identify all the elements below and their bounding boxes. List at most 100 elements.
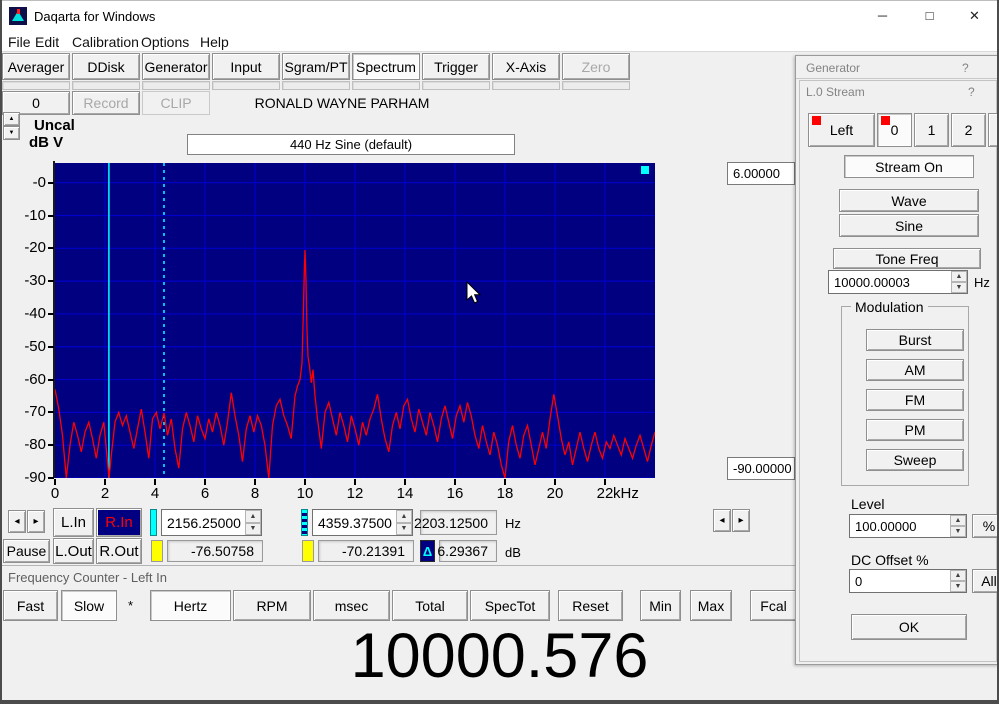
fc-button-fcal[interactable]: Fcal xyxy=(750,590,797,621)
y-min-field[interactable]: -90.00000 xyxy=(727,457,795,480)
generator-header-divider xyxy=(796,78,999,79)
toolbar-button-ddisk[interactable]: DDisk xyxy=(72,53,140,80)
solid-cursor-freq-value[interactable]: 2156.25000 xyxy=(162,510,245,535)
arrow-right-icon: ▸ xyxy=(33,516,39,527)
fc-button-total[interactable]: Total xyxy=(392,590,468,621)
close-button[interactable]: ✕ xyxy=(952,1,997,30)
fc-button-spectot[interactable]: SpecTot xyxy=(470,590,550,621)
fc-button-slow[interactable]: Slow xyxy=(61,590,117,621)
wave-title-box[interactable]: 440 Hz Sine (default) xyxy=(187,134,515,155)
spinner-up-icon[interactable]: ▲ xyxy=(245,510,261,523)
y-tick-label: -40 xyxy=(24,304,46,322)
fc-button-max[interactable]: Max xyxy=(690,590,732,621)
modulation-sweep-button[interactable]: Sweep xyxy=(866,449,964,471)
pause-button[interactable]: Pause xyxy=(3,539,50,563)
dc-offset-field[interactable]: 0 ▲ ▼ xyxy=(849,569,967,593)
tone-freq-spinner[interactable]: ▲ ▼ xyxy=(951,271,967,293)
dc-offset-spinner[interactable]: ▲ ▼ xyxy=(950,570,966,592)
toolbar-button-trigger[interactable]: Trigger xyxy=(422,53,490,80)
tone-freq-field[interactable]: 10000.00003 ▲ ▼ xyxy=(828,270,968,294)
scale-spinner-up[interactable]: ▲ xyxy=(3,112,20,126)
toolbar-button-sgram-pt[interactable]: Sgram/PT xyxy=(282,53,350,80)
right-out-button[interactable]: R.Out xyxy=(96,538,142,564)
tone-freq-value[interactable]: 10000.00003 xyxy=(829,271,951,293)
menu-item-edit[interactable]: Edit xyxy=(31,33,63,51)
menu-bar: File Edit Calibration Options Help xyxy=(0,30,999,52)
toolbar-button-x-axis[interactable]: X-Axis xyxy=(492,53,560,80)
spectrum-chart[interactable] xyxy=(54,163,656,479)
spinner-down-icon[interactable]: ▼ xyxy=(396,522,412,535)
modulation-burst-button[interactable]: Burst xyxy=(866,329,964,351)
spinner-down-icon[interactable]: ▼ xyxy=(245,522,261,535)
menu-item-file[interactable]: File xyxy=(4,33,35,51)
level-field[interactable]: 100.00000 ▲ ▼ xyxy=(849,514,967,538)
active-indicator xyxy=(881,116,890,125)
fc-button-reset[interactable]: Reset xyxy=(558,590,623,621)
solid-cursor-freq-field[interactable]: 2156.25000 ▲ ▼ xyxy=(161,509,262,536)
toolbar-indicator xyxy=(72,81,140,90)
menu-item-calibration[interactable]: Calibration xyxy=(68,33,143,51)
tone-freq-button[interactable]: Tone Freq xyxy=(833,248,981,269)
menu-item-options[interactable]: Options xyxy=(137,33,193,51)
maximize-button[interactable]: □ xyxy=(907,1,952,30)
x-tick-mark xyxy=(404,479,406,485)
left-out-button[interactable]: L.Out xyxy=(53,538,94,564)
level-value[interactable]: 100.00000 xyxy=(850,515,950,537)
ok-button[interactable]: OK xyxy=(851,614,967,640)
spinner-down-icon[interactable]: ▼ xyxy=(950,526,966,537)
dashed-cursor-freq-field[interactable]: 4359.37500 ▲ ▼ xyxy=(312,509,413,536)
minimize-button[interactable]: ─ xyxy=(860,1,905,30)
toolbar-button-input[interactable]: Input xyxy=(212,53,280,80)
toolbar-button-averager[interactable]: Averager xyxy=(2,53,70,80)
delta-icon: Δ xyxy=(420,540,435,562)
modulation-fm-button[interactable]: FM xyxy=(866,389,964,411)
tab-stream-1[interactable]: 1 xyxy=(914,113,949,147)
spinner-down-icon[interactable]: ▼ xyxy=(951,282,967,293)
generator-help-button[interactable]: ? xyxy=(962,61,969,75)
scale-spinner-down[interactable]: ▼ xyxy=(3,126,20,140)
modulation-group-label: Modulation xyxy=(851,299,928,315)
fc-button-min[interactable]: Min xyxy=(640,590,681,621)
record-button[interactable]: Record xyxy=(72,91,140,115)
toolbar-button-zero[interactable]: Zero xyxy=(562,53,630,80)
tab-stream-2[interactable]: 2 xyxy=(951,113,986,147)
fc-button-rpm[interactable]: RPM xyxy=(233,590,311,621)
toolbar-button-generator[interactable]: Generator xyxy=(142,53,210,80)
toolbar-indicator xyxy=(2,81,70,90)
fc-button-msec[interactable]: msec xyxy=(313,590,390,621)
stream-on-button[interactable]: Stream On xyxy=(844,155,974,178)
level-percent-button[interactable]: % xyxy=(972,514,999,538)
dc-all-button[interactable]: All xyxy=(972,569,999,593)
modulation-pm-button[interactable]: PM xyxy=(866,419,964,441)
left-in-button[interactable]: L.In xyxy=(53,508,94,537)
cursor-step-right-button[interactable]: ▸ xyxy=(27,510,45,533)
right-in-button[interactable]: R.In xyxy=(96,508,142,537)
dc-offset-value[interactable]: 0 xyxy=(850,570,950,592)
spinner-up-icon[interactable]: ▲ xyxy=(950,515,966,526)
spectrum-plot xyxy=(54,163,656,479)
modulation-am-button[interactable]: AM xyxy=(866,359,964,381)
solid-cursor-marker xyxy=(150,509,157,536)
fc-button-fast[interactable]: Fast xyxy=(3,590,58,621)
stream-help-button[interactable]: ? xyxy=(968,85,975,99)
cursor-step-left-button[interactable]: ◂ xyxy=(8,510,26,533)
tab-left-channel[interactable]: Left xyxy=(808,113,875,147)
spinner-up-icon[interactable]: ▲ xyxy=(951,271,967,282)
dashed-cursor-freq-value[interactable]: 4359.37500 xyxy=(313,510,396,535)
toolbar-button-spectrum[interactable]: Spectrum xyxy=(352,53,420,80)
menu-item-help[interactable]: Help xyxy=(196,33,233,51)
pan-right-button[interactable]: ▸ xyxy=(732,509,750,532)
spinner-up-icon[interactable]: ▲ xyxy=(950,570,966,581)
active-indicator xyxy=(812,116,821,125)
wave-type-button[interactable]: Sine xyxy=(839,214,979,237)
y-max-field[interactable]: 6.00000 xyxy=(727,162,795,185)
wave-button[interactable]: Wave xyxy=(839,189,979,212)
dashed-cursor-spinner[interactable]: ▲ ▼ xyxy=(396,510,412,535)
spinner-down-icon[interactable]: ▼ xyxy=(950,581,966,592)
pan-left-button[interactable]: ◂ xyxy=(713,509,731,532)
tab-stream-0[interactable]: 0 xyxy=(877,113,912,147)
fc-button-hertz[interactable]: Hertz xyxy=(150,590,231,621)
solid-cursor-spinner[interactable]: ▲ ▼ xyxy=(245,510,261,535)
spinner-up-icon[interactable]: ▲ xyxy=(396,510,412,523)
level-spinner[interactable]: ▲ ▼ xyxy=(950,515,966,537)
